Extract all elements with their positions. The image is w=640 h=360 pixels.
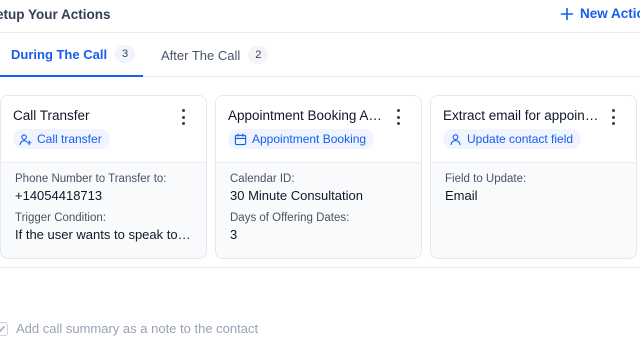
field-label: Days of Offering Dates: — [230, 212, 350, 224]
plus-icon — [560, 7, 574, 20]
chip-label: Update contact field — [467, 132, 574, 146]
field-label: Phone Number to Transfer to: — [15, 173, 167, 185]
page-title: etup Your Actions — [0, 7, 111, 22]
call-summary-checkbox[interactable] — [0, 321, 8, 336]
new-action-label: New Action — [580, 6, 640, 21]
field-label: Field to Update: — [445, 173, 527, 185]
action-cards: Call Transfer Call transfer Phone Number… — [0, 77, 640, 268]
new-action-button[interactable]: New Action — [560, 6, 640, 21]
card-details: Calendar ID: 30 Minute Consultation Days… — [216, 162, 421, 258]
more-options-icon[interactable] — [178, 109, 188, 125]
tab-after-the-call[interactable]: After The Call 2 — [161, 33, 269, 77]
action-type-chip[interactable]: Call transfer — [13, 129, 110, 149]
more-options-icon[interactable] — [608, 109, 618, 125]
page-header: etup Your Actions New Action — [0, 0, 640, 33]
card-title: Call Transfer — [13, 108, 90, 123]
field-label: Calendar ID: — [230, 173, 295, 185]
field-value: +14054418713 — [15, 188, 103, 203]
user-plus-icon — [19, 133, 32, 145]
tab-count-badge: 2 — [248, 46, 269, 64]
card-header: Call Transfer Call transfer — [1, 96, 206, 162]
tab-during-the-call[interactable]: During The Call 3 — [0, 33, 143, 77]
field-value: 30 Minute Consultation — [230, 188, 363, 203]
card-header: Appointment Booking Appointment Appointm… — [216, 96, 421, 162]
action-card-appointment-booking[interactable]: Appointment Booking Appointment Appointm… — [215, 95, 422, 259]
card-title: Extract email for appointment — [443, 108, 601, 123]
call-summary-option[interactable]: Add call summary as a note to the contac… — [0, 321, 258, 336]
field-value: If the user wants to speak to a human — [15, 227, 192, 242]
calendar-icon — [234, 133, 247, 145]
tab-label: During The Call — [11, 46, 108, 62]
field-label: Trigger Condition: — [15, 212, 106, 224]
card-details: Field to Update: Email — [431, 162, 636, 258]
field-value: Email — [445, 188, 478, 203]
action-type-chip[interactable]: Update contact field — [443, 129, 582, 149]
action-card-extract-email[interactable]: Extract email for appointment Update con… — [430, 95, 637, 259]
action-type-chip[interactable]: Appointment Booking — [228, 129, 375, 149]
check-icon — [0, 325, 5, 332]
card-details: Phone Number to Transfer to: +1405441871… — [1, 162, 206, 258]
tab-label: After The Call — [161, 47, 241, 63]
card-title: Appointment Booking Appointment — [228, 108, 386, 123]
chip-label: Call transfer — [37, 132, 102, 146]
user-icon — [450, 133, 461, 145]
chip-label: Appointment Booking — [252, 132, 367, 146]
card-header: Extract email for appointment Update con… — [431, 96, 636, 162]
more-options-icon[interactable] — [393, 109, 403, 125]
action-card-call-transfer[interactable]: Call Transfer Call transfer Phone Number… — [0, 95, 207, 259]
tab-bar: During The Call 3 After The Call 2 — [0, 33, 640, 77]
field-value: 3 — [230, 227, 238, 242]
call-summary-label: Add call summary as a note to the contac… — [16, 321, 259, 336]
tab-count-badge: 3 — [115, 45, 136, 63]
